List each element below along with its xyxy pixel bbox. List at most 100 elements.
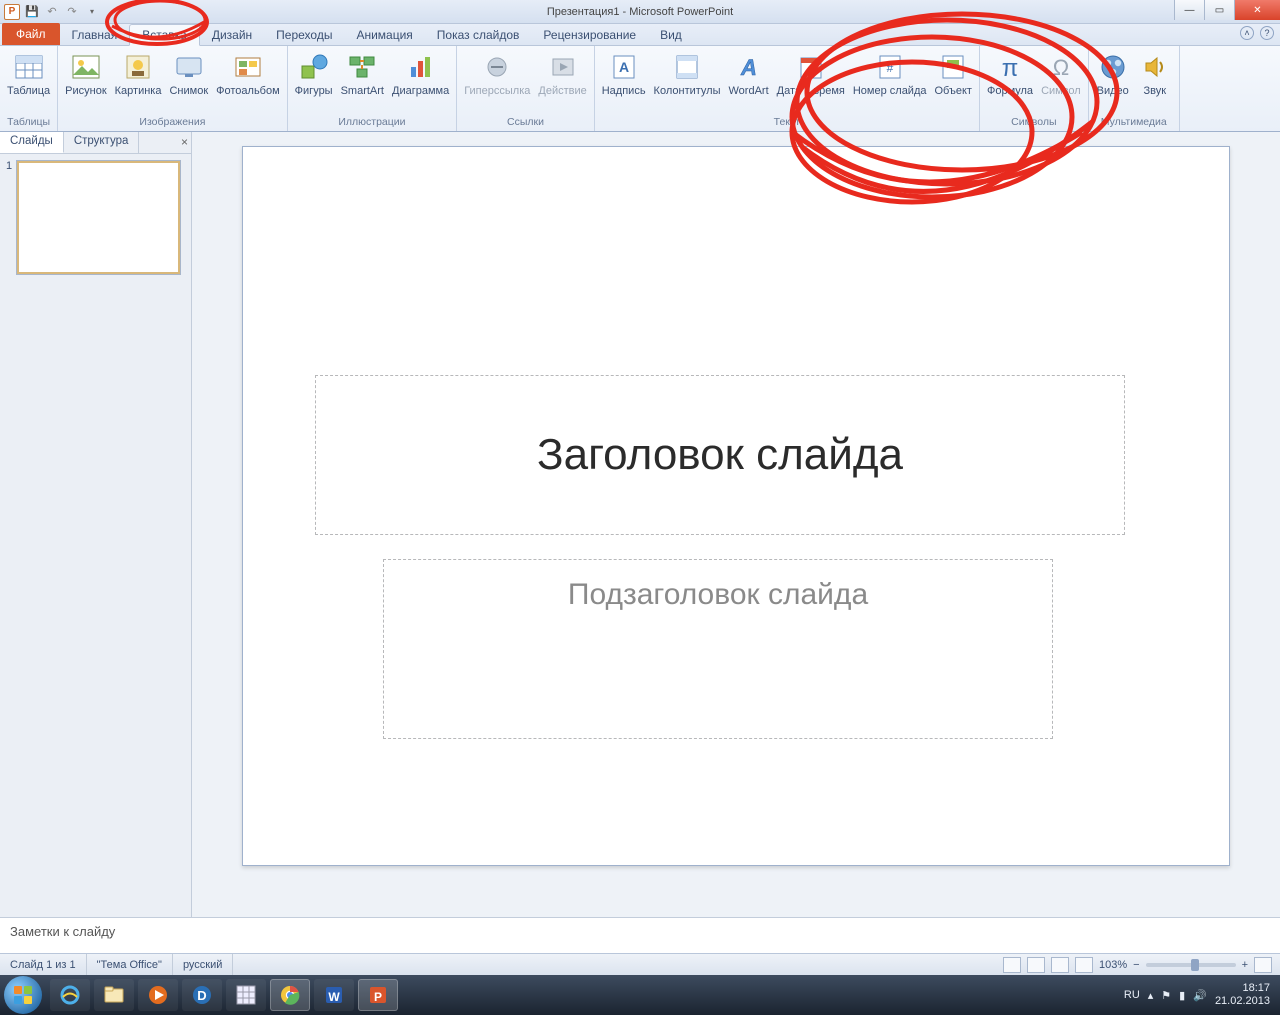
redo-icon[interactable]: ↷ <box>64 4 80 20</box>
ribbon-button-label: SmartArt <box>341 85 384 97</box>
maximize-button[interactable]: ▭ <box>1204 0 1234 20</box>
slides-panel: Слайды Структура × 1 <box>0 132 192 917</box>
tab-design[interactable]: Дизайн <box>200 25 264 45</box>
symbol-button: ΩСимвол <box>1038 48 1084 100</box>
ribbon-button-label: Диаграмма <box>392 85 449 97</box>
status-language[interactable]: русский <box>173 954 233 975</box>
tab-home[interactable]: Главная <box>60 25 130 45</box>
tab-animation[interactable]: Анимация <box>344 25 424 45</box>
close-button[interactable]: ✕ <box>1234 0 1280 20</box>
undo-icon[interactable]: ↶ <box>44 4 60 20</box>
start-button[interactable] <box>4 976 42 1014</box>
ribbon-button-label: Действие <box>538 85 586 97</box>
qat-more-icon[interactable]: ▾ <box>84 4 100 20</box>
video-button[interactable]: Видео <box>1093 48 1133 100</box>
tray-volume-icon[interactable]: 🔊 <box>1193 989 1207 1002</box>
view-sorter-button[interactable] <box>1027 957 1045 973</box>
table-button[interactable]: Таблица <box>4 48 53 100</box>
tab-review[interactable]: Рецензирование <box>531 25 648 45</box>
audio-button[interactable]: Звук <box>1135 48 1175 100</box>
taskbar-explorer-icon[interactable] <box>94 979 134 1011</box>
status-bar: Слайд 1 из 1 "Тема Office" русский 103% … <box>0 953 1280 975</box>
slide-thumb-preview <box>16 160 181 275</box>
view-slideshow-button[interactable] <box>1075 957 1093 973</box>
taskbar-word-icon[interactable]: W <box>314 979 354 1011</box>
taskbar-app-d-icon[interactable]: D <box>182 979 222 1011</box>
chart-button[interactable]: Диаграмма <box>389 48 452 100</box>
tray-flag-icon[interactable]: ⚑ <box>1161 989 1171 1002</box>
ribbon-button-label: Таблица <box>7 85 50 97</box>
equation-icon: π <box>994 51 1026 83</box>
smartart-icon <box>346 51 378 83</box>
textbox-button[interactable]: AНадпись <box>599 48 649 100</box>
textbox-icon: A <box>608 51 640 83</box>
svg-text:Ω: Ω <box>1053 55 1069 80</box>
ribbon-group-label: Мультимедиа <box>1093 114 1175 131</box>
svg-text:P: P <box>374 990 382 1004</box>
view-normal-button[interactable] <box>1003 957 1021 973</box>
zoom-out-button[interactable]: − <box>1133 959 1139 971</box>
clipart-button[interactable]: Картинка <box>112 48 165 100</box>
view-reading-button[interactable] <box>1051 957 1069 973</box>
taskbar-chrome-icon[interactable] <box>270 979 310 1011</box>
screenshot-button[interactable]: Снимок <box>166 48 211 100</box>
slide-thumbnail[interactable]: 1 <box>6 160 185 275</box>
zoom-value: 103% <box>1099 959 1127 971</box>
tab-transitions[interactable]: Переходы <box>264 25 344 45</box>
taskbar: D W P RU ▴ ⚑ ▮ 🔊 18:17 21.02.2013 <box>0 975 1280 1015</box>
tray-battery-icon[interactable]: ▮ <box>1179 989 1185 1002</box>
tab-file[interactable]: Файл <box>2 23 60 45</box>
shapes-button[interactable]: Фигуры <box>292 48 336 100</box>
object-icon <box>937 51 969 83</box>
tab-view[interactable]: Вид <box>648 25 694 45</box>
side-tab-slides[interactable]: Слайды <box>0 132 64 153</box>
action-icon <box>547 51 579 83</box>
number-icon: # <box>874 51 906 83</box>
tray-arrow-icon[interactable]: ▴ <box>1148 989 1154 1002</box>
ribbon-group: AНадписьКолонтитулыAWordArt5Дата и время… <box>595 46 980 131</box>
slide[interactable]: Заголовок слайда Подзаголовок слайда <box>242 146 1230 866</box>
minimize-button[interactable]: — <box>1174 0 1204 20</box>
taskbar-powerpoint-icon[interactable]: P <box>358 979 398 1011</box>
fit-to-window-button[interactable] <box>1254 957 1272 973</box>
side-tab-outline[interactable]: Структура <box>64 132 140 153</box>
datetime-button[interactable]: 5Дата и время <box>774 48 848 100</box>
zoom-slider[interactable] <box>1146 963 1236 967</box>
notes-pane[interactable]: Заметки к слайду <box>0 917 1280 953</box>
taskbar-wmp-icon[interactable] <box>138 979 178 1011</box>
ribbon-tab-strip: Файл Главная Вставка Дизайн Переходы Ани… <box>0 24 1280 46</box>
tray-clock[interactable]: 18:17 21.02.2013 <box>1215 982 1270 1007</box>
ribbon-button-label: Снимок <box>169 85 208 97</box>
tab-insert[interactable]: Вставка <box>129 24 200 46</box>
status-theme: "Тема Office" <box>87 954 173 975</box>
help-icon[interactable]: ? <box>1260 26 1274 40</box>
ribbon-group: ГиперссылкаДействиеСсылки <box>457 46 595 131</box>
zoom-in-button[interactable]: + <box>1242 959 1248 971</box>
ribbon-group-label: Иллюстрации <box>292 114 453 131</box>
slidenum-button[interactable]: #Номер слайда <box>850 48 930 100</box>
taskbar-ie-icon[interactable] <box>50 979 90 1011</box>
hyperlink-button: Гиперссылка <box>461 48 533 100</box>
photoalbum-button[interactable]: Фотоальбом <box>213 48 283 100</box>
headerfooter-button[interactable]: Колонтитулы <box>651 48 724 100</box>
ribbon-collapse-icon[interactable]: ˄ <box>1240 26 1254 40</box>
app-icon: P <box>4 4 20 20</box>
ribbon: ТаблицаТаблицыРисунокКартинкаСнимокФотоа… <box>0 46 1280 132</box>
window-title: Презентация1 - Microsoft PowerPoint <box>547 6 733 18</box>
photoalbum-icon <box>232 51 264 83</box>
wordart-button[interactable]: AWordArt <box>726 48 772 100</box>
picture-button[interactable]: Рисунок <box>62 48 110 100</box>
chart-icon <box>405 51 437 83</box>
side-panel-close[interactable]: × <box>171 132 191 153</box>
object-button[interactable]: Объект <box>932 48 975 100</box>
save-icon[interactable]: 💾 <box>24 4 40 20</box>
tab-slideshow[interactable]: Показ слайдов <box>425 25 532 45</box>
title-placeholder[interactable]: Заголовок слайда <box>315 375 1125 535</box>
tray-lang[interactable]: RU <box>1124 989 1140 1001</box>
taskbar-app-grid-icon[interactable] <box>226 979 266 1011</box>
equation-button[interactable]: π Формула <box>984 48 1036 100</box>
subtitle-placeholder[interactable]: Подзаголовок слайда <box>383 559 1053 739</box>
svg-text:5: 5 <box>808 66 813 76</box>
ribbon-button-label: Формула <box>987 85 1033 97</box>
smartart-button[interactable]: SmartArt <box>338 48 387 100</box>
